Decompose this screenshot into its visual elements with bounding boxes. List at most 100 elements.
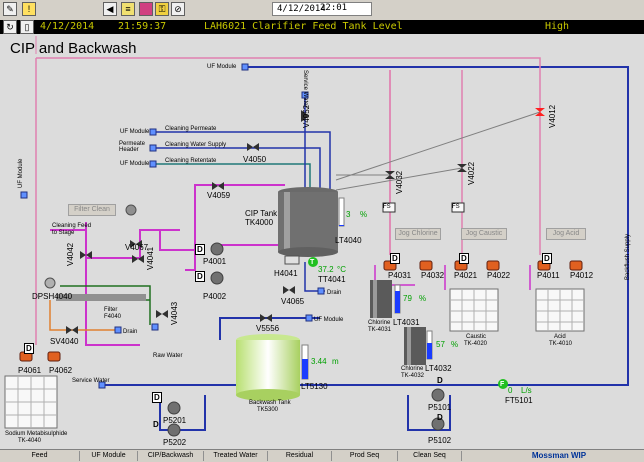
p4012-label[interactable]: P4012	[570, 271, 593, 280]
lt5130-value: 3.44	[311, 357, 327, 366]
p5102-d-badge: D	[437, 413, 443, 422]
cleaning-permeate-label: Cleaning Permeate	[165, 126, 217, 132]
jog-caustic-button[interactable]: Jog Caustic	[461, 228, 507, 240]
lt4040-value: 3	[346, 210, 351, 219]
p4002-label[interactable]: P4002	[203, 292, 226, 301]
cip-tank-id: TK4000	[245, 218, 274, 227]
ft5101-f-badge: F	[500, 381, 505, 388]
tt4041-label: TT4041	[318, 275, 346, 284]
v4012-valve	[535, 108, 545, 116]
backwash-tank-id: TK5300	[257, 407, 279, 413]
filter-clean-button[interactable]: Filter Clean	[68, 204, 116, 216]
v4043-label[interactable]: V4043	[170, 302, 179, 325]
p4011-label[interactable]: P4011	[537, 271, 560, 280]
jog-acid-button[interactable]: Jog Acid	[546, 228, 586, 240]
raw-water-label: Raw Water	[153, 353, 183, 359]
p4022-label[interactable]: P4022	[487, 271, 510, 280]
brand-label: Mossman WIP	[531, 451, 587, 460]
cip-tank-label: CIP Tank	[245, 209, 278, 218]
filter-label: Filter	[104, 307, 118, 313]
p5101-d-badge: D	[437, 376, 443, 385]
sodium-id: TK-4040	[18, 438, 42, 444]
nav-treated-water[interactable]: Treated Water	[204, 451, 268, 461]
v4012-label[interactable]: V4012	[548, 105, 557, 128]
backwash-tank-label: Backwash Tank	[249, 400, 291, 406]
nav-residual[interactable]: Residual	[268, 451, 332, 461]
temperature-unit: °C	[337, 265, 346, 274]
nav-feed[interactable]: Feed	[0, 451, 80, 461]
p4001-d-badge: D	[195, 244, 205, 255]
h4041-label: H4041	[274, 269, 298, 278]
p4001-label[interactable]: P4001	[203, 257, 226, 266]
lt4040-bar	[338, 197, 345, 227]
v4042-valve	[80, 251, 92, 259]
p4021-label[interactable]: P4021	[454, 271, 477, 280]
acid-id: TK-4010	[549, 341, 573, 347]
p4061-d-badge: D	[24, 343, 34, 354]
dpsh4040-label: DPSH4040	[32, 292, 73, 301]
fs-1-label: FS	[383, 204, 391, 210]
caustic-id: TK-4020	[464, 341, 488, 347]
caustic-label: Caustic	[466, 334, 487, 340]
temperature-value: 37.2	[318, 265, 334, 274]
lt4032-unit: %	[451, 340, 459, 349]
uf-module-label-2: UF Module	[120, 161, 150, 167]
v4043-valve	[156, 310, 168, 318]
cleaning-retentate-label: Cleaning Retentate	[165, 158, 217, 164]
lt4040-label: LT4040	[335, 236, 362, 245]
p4061-label[interactable]: P4061	[18, 366, 41, 375]
nav-cip-backwash[interactable]: CIP/Backwash	[138, 451, 204, 461]
nav-uf-module[interactable]: UF Module	[80, 451, 138, 461]
backwash-tank	[236, 340, 300, 395]
p5101-label[interactable]: P5101	[428, 403, 451, 412]
service-water-label: Service Water	[72, 378, 110, 384]
v5556-label[interactable]: V5556	[256, 324, 279, 333]
p4062-label[interactable]: P4062	[49, 366, 72, 375]
drain-label-2: Drain	[327, 290, 342, 296]
v4022-valve	[457, 164, 467, 172]
uf-module-vertical-label: UF Module	[18, 158, 24, 188]
backflush-supply-label: Backflush Supply	[625, 233, 631, 280]
p4032-label[interactable]: P4032	[421, 271, 444, 280]
tt4041-t-badge: T	[310, 259, 315, 266]
filter-id: F4040	[104, 314, 122, 320]
p5202-label[interactable]: P5202	[163, 438, 186, 447]
ft5101-unit: L/s	[521, 386, 532, 395]
v4052-label[interactable]: V4052	[302, 105, 311, 128]
p4002-d-badge: D	[195, 271, 205, 282]
chlorine2-label: Chlorine	[401, 366, 424, 372]
v4032-valve	[385, 171, 395, 179]
p4011-d-badge: D	[542, 253, 552, 264]
v4041-label[interactable]: V4041	[146, 247, 155, 270]
cleaning-feed-label: Cleaning Feed to Stage	[52, 223, 92, 236]
v4050-label[interactable]: V4050	[243, 155, 266, 164]
lt4040-unit: %	[360, 210, 368, 219]
lt4032-value: 57	[436, 340, 445, 349]
v4059-label[interactable]: V4059	[207, 191, 230, 200]
v4042-label[interactable]: V4042	[66, 243, 75, 266]
lt5130-unit: m	[332, 357, 339, 366]
cleaning-water-supply-label: Cleaning Water Supply	[165, 142, 227, 148]
chlorine1-id: TK-4031	[368, 327, 392, 333]
nav-prod-seq[interactable]: Prod Seq	[332, 451, 398, 461]
v4065-label[interactable]: V4065	[281, 297, 304, 306]
drain-label-1: Drain	[123, 329, 138, 335]
ft5101-label: FT5101	[505, 396, 533, 405]
v4032-label[interactable]: V4032	[395, 171, 404, 194]
sv4040-label[interactable]: SV4040	[50, 337, 78, 346]
chlorine1-label: Chlorine	[368, 320, 391, 326]
chlorine2-id: TK-4032	[401, 373, 425, 379]
v5556-valve	[260, 314, 272, 322]
lt4032-label: LT4032	[425, 364, 452, 373]
jog-chlorine-button[interactable]: Jog Chlorine	[395, 228, 441, 240]
v4067-label[interactable]: V4067	[125, 243, 148, 252]
v4022-label[interactable]: V4022	[467, 162, 476, 185]
ft5101-value: 0	[508, 386, 513, 395]
p4031-label[interactable]: P4031	[388, 271, 411, 280]
acid-label: Acid	[554, 334, 566, 340]
nav-clean-seq[interactable]: Clean Seq	[398, 451, 462, 461]
v4059-valve	[212, 182, 224, 190]
p5201-label[interactable]: P5201	[163, 416, 186, 425]
p5102-label[interactable]: P5102	[428, 436, 451, 445]
service-water-vertical-label: Service Water	[302, 70, 308, 108]
